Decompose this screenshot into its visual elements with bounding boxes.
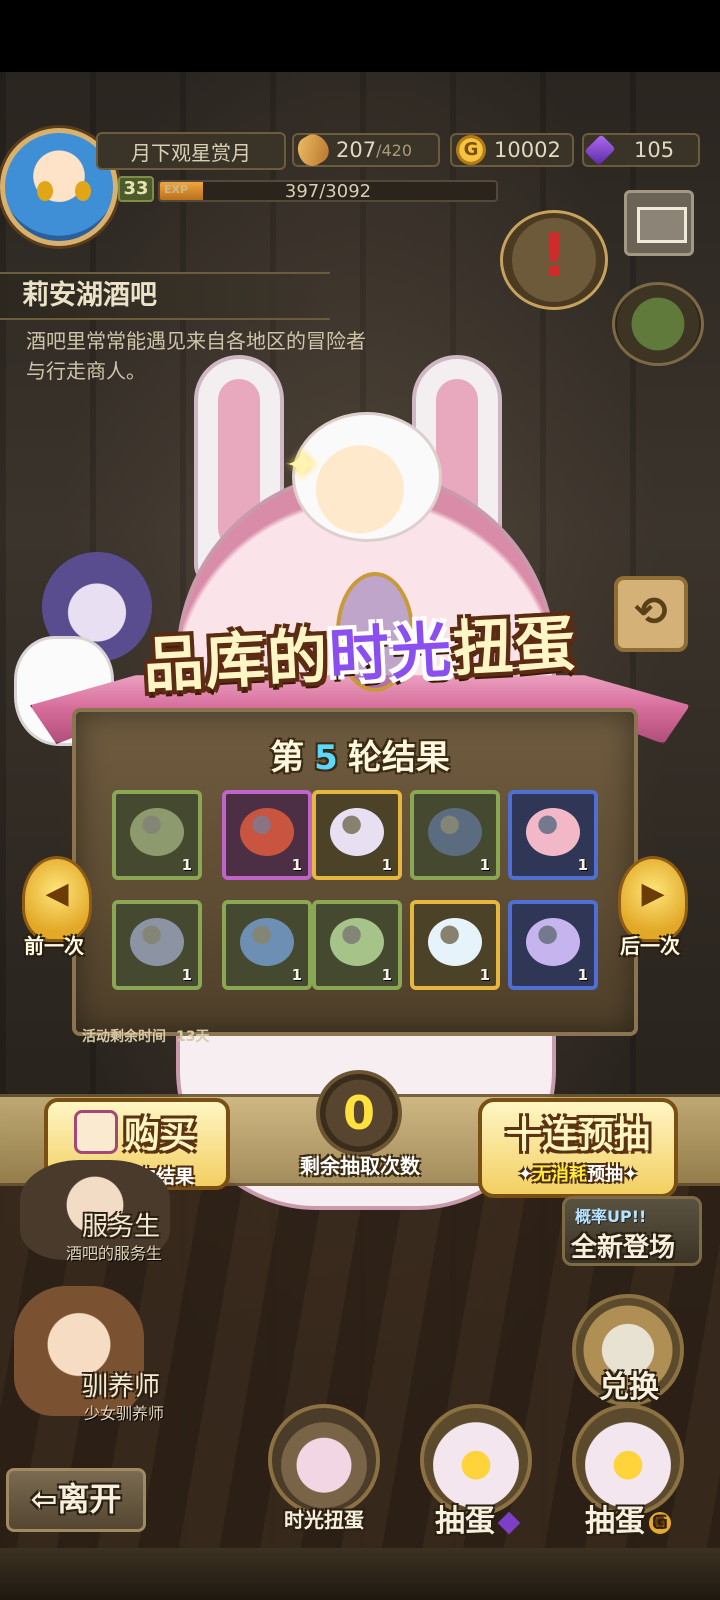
gem-counter[interactable]: 105 [582,133,700,167]
location-name: 莉安湖酒吧 [0,272,330,320]
mail-icon[interactable] [624,190,694,256]
gem-cost-icon [497,1511,521,1534]
promo-badge[interactable]: 概率UP!! 全新登场 [562,1196,702,1266]
item-count: 1 [181,966,192,984]
avatar-eye [75,181,91,201]
exchange-button-label[interactable]: 兑换 [570,1362,688,1406]
stamina-counter[interactable]: 207/420 [292,129,440,171]
result-slot[interactable]: 1 [222,790,312,880]
promo-rate-up: 概率UP!! [575,1207,647,1226]
npc-tamer-desc: 少女驯养师 [84,1404,165,1423]
cloth-bundle-icon [240,808,294,856]
result-slot[interactable]: 1 [508,900,598,990]
time-gacha-label: 时光扭蛋 [284,1508,364,1532]
ten-draw-sub-rest: 预抽 [587,1164,623,1185]
ten-draw-preview-button[interactable]: 十连预抽 ✦无消耗预抽✦ [478,1098,678,1198]
back-arrow-icon: ⇦ [30,1480,58,1518]
purple-jelly-icon [526,918,580,966]
event-timer-label: 活动剩余时间 [82,1029,166,1045]
previous-round-label: 前一次 [24,934,84,958]
banner-title-part1: 品库的 [141,621,332,702]
avatar-eye [37,181,53,201]
stamina-max: /420 [376,140,413,160]
npc-tamer-name[interactable]: 驯养师 [82,1366,160,1403]
gold-counter[interactable]: G 10002 [450,133,574,167]
result-slot[interactable]: 1 [222,900,312,990]
result-slot[interactable]: 1 [112,900,202,990]
draw-gold-label: 抽蛋 G [558,1496,698,1540]
gem-icon [584,134,616,166]
item-count: 1 [181,856,192,874]
event-timer-value: 13天 [176,1029,210,1045]
stone-egg-icon [130,918,184,966]
item-count: 1 [381,856,392,874]
spotted-egg-icon [330,808,384,856]
event-timer: 活动剩余时间 13天 [82,1026,209,1046]
ten-draw-sub-highlight: 无消耗 [533,1164,587,1185]
stamina-value: 207 [336,138,377,162]
green-egg-icon [330,918,384,966]
gold-cost-icon: G [649,1511,671,1534]
sprout-seed-icon [240,918,294,966]
item-count: 1 [291,856,302,874]
status-bar [0,0,720,72]
gold-value: 10002 [494,138,561,162]
player-level: 33 [118,176,154,202]
draw-gem-button[interactable]: 抽蛋 [406,1404,546,1539]
item-count: 1 [577,966,588,984]
draw-gem-label: 抽蛋 [406,1496,546,1540]
leaf-icon [130,808,184,856]
arrow-left-icon: ◀ [45,876,69,911]
round-title: 第 5 轮结果 [0,730,720,779]
sparkle-icon: ✦ [284,440,321,491]
result-slot[interactable]: 1 [112,790,202,880]
banner-title-part2: 扭蛋 [451,608,579,686]
draw-gold-button[interactable]: 抽蛋 G [558,1404,698,1539]
bag-icon[interactable] [612,282,704,366]
quest-scroll-icon[interactable] [500,210,608,310]
draw-gem-text: 抽蛋 [435,1504,495,1539]
npc-waiter-name[interactable]: 服务生 [82,1206,160,1243]
exp-text: 397/3092 [284,181,372,202]
result-slot[interactable]: 1 [410,900,500,990]
bottom-edge [0,1548,720,1600]
result-slot[interactable]: 1 [508,790,598,880]
pink-puff-icon [526,808,580,856]
arrow-right-icon: ▶ [641,876,665,911]
time-gacha-button[interactable]: 时光扭蛋 [254,1404,394,1534]
result-slot[interactable]: 1 [410,790,500,880]
next-round-label: 后一次 [620,934,680,958]
draw-gold-text: 抽蛋 [585,1504,645,1539]
item-count: 1 [291,966,302,984]
bread-icon [292,129,334,171]
buy-button-label: 购买 [124,1115,197,1156]
shell-icon [428,808,482,856]
item-count: 1 [479,966,490,984]
switch-icon[interactable]: ⟲ [614,576,688,652]
time-gacha-icon [268,1404,380,1516]
banner-title-highlight: 时光 [327,615,455,692]
draws-remaining-label: 剩余抽取次数 [300,1154,420,1178]
ten-draw-label: 十连预抽 [505,1115,650,1156]
gacha-ticket-icon [74,1110,118,1154]
promo-new-arrival: 全新登场 [571,1233,676,1263]
item-count: 1 [479,856,490,874]
leave-button[interactable]: ⇦离开 [6,1468,146,1532]
leave-button-label: 离开 [57,1480,122,1518]
round-title-suffix: 轮结果 [347,738,450,778]
item-count: 1 [577,856,588,874]
item-count: 1 [381,966,392,984]
player-name[interactable]: 月下观星赏月 [96,132,286,170]
draws-remaining-count: 0 [316,1070,402,1156]
result-slot[interactable]: 1 [312,900,402,990]
gem-value: 105 [634,138,675,162]
result-slot[interactable]: 1 [312,790,402,880]
ten-draw-sublabel: ✦无消耗预抽✦ [517,1164,639,1185]
npc-waiter-desc: 酒吧的服务生 [66,1244,163,1263]
round-number: 5 [314,738,338,778]
gold-coin-icon: G [456,135,486,165]
frost-hat-icon [428,918,482,966]
round-title-prefix: 第 [270,738,305,778]
exp-bar: EXP 397/3092 [158,180,498,202]
